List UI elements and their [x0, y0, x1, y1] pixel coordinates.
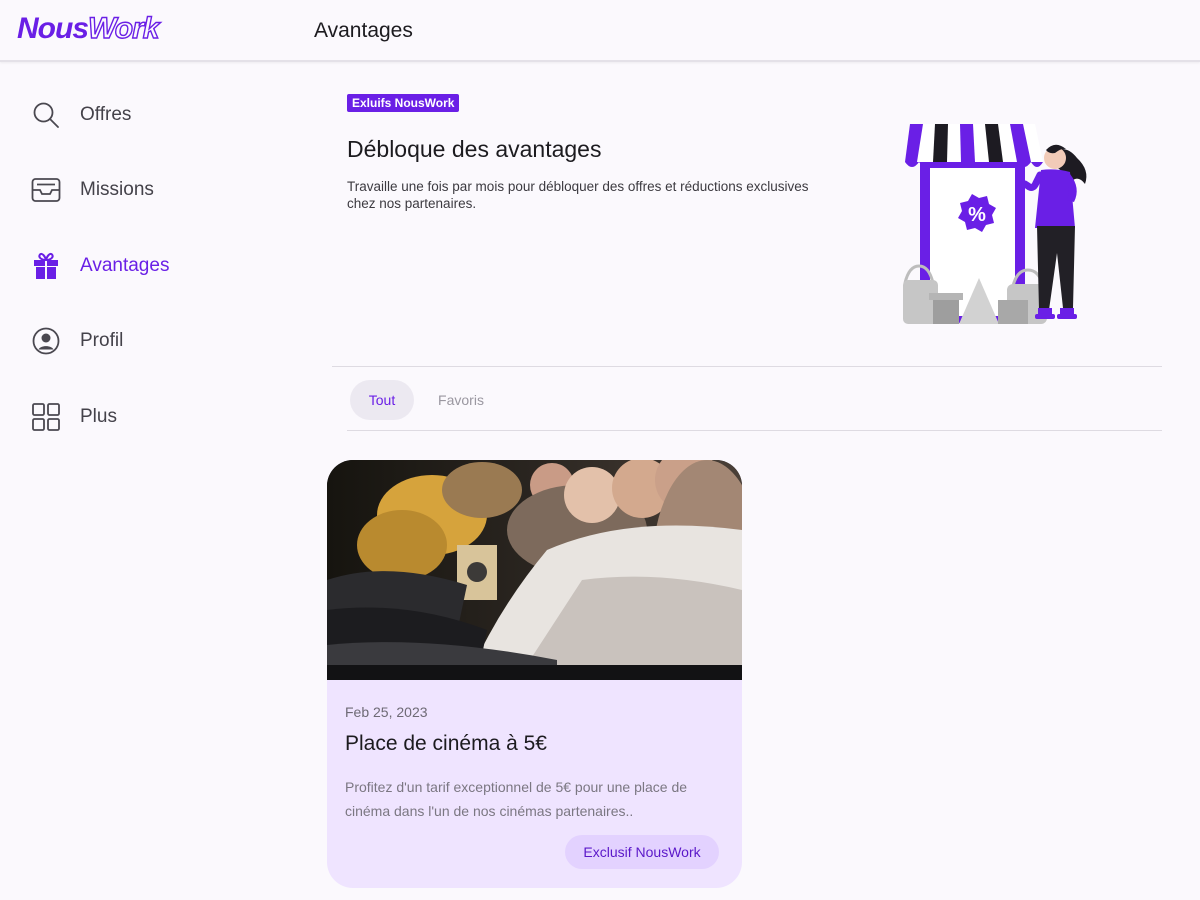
sidebar-item-label: Plus	[80, 406, 117, 427]
sidebar-item-label: Avantages	[80, 255, 170, 276]
offer-title: Place de cinéma à 5€	[345, 732, 547, 755]
hero-title: Débloque des avantages	[347, 136, 602, 162]
exclusive-tag: Exclusif NousWork	[565, 835, 719, 869]
user-circle-icon	[30, 325, 62, 357]
sidebar-item-label: Missions	[80, 179, 154, 200]
percent-sign: %	[968, 204, 986, 226]
gift-icon	[30, 250, 62, 282]
inbox-icon	[30, 174, 62, 206]
sidebar-item-profil[interactable]: Profil	[30, 321, 270, 361]
sidebar-item-label: Offres	[80, 104, 132, 125]
offer-card[interactable]: Feb 25, 2023 Place de cinéma à 5€ Profit…	[327, 460, 742, 888]
search-icon	[30, 99, 62, 131]
hero-description: Travaille une fois par mois pour débloqu…	[347, 179, 809, 211]
cinema-audience-photo	[327, 460, 742, 680]
nouswork-logo[interactable]: NousWork	[17, 11, 160, 46]
sidebar-item-label: Profil	[80, 330, 124, 351]
exclusive-badge: Exluifs NousWork	[347, 94, 460, 112]
tab-tout[interactable]: Tout	[350, 380, 414, 420]
tab-favoris[interactable]: Favoris	[425, 380, 497, 420]
section-divider	[332, 366, 1162, 367]
page-title: Avantages	[314, 19, 413, 42]
top-app-bar: NousWork Avantages	[0, 0, 1200, 62]
sidebar-item-offres[interactable]: Offres	[30, 95, 270, 135]
offer-date: Feb 25, 2023	[345, 704, 428, 720]
offer-description: Profitez d'un tarif exceptionnel de 5€ p…	[345, 779, 688, 819]
sidebar-nav: Offres Missions Avantages Profil Plus	[0, 64, 300, 900]
sidebar-item-plus[interactable]: Plus	[30, 397, 270, 437]
tabs-divider	[347, 430, 1162, 431]
sidebar-item-avantages[interactable]: Avantages	[30, 246, 270, 286]
shop-promo-illustration: %	[895, 118, 1100, 328]
grid-icon	[30, 401, 62, 433]
sidebar-item-missions[interactable]: Missions	[30, 170, 270, 210]
